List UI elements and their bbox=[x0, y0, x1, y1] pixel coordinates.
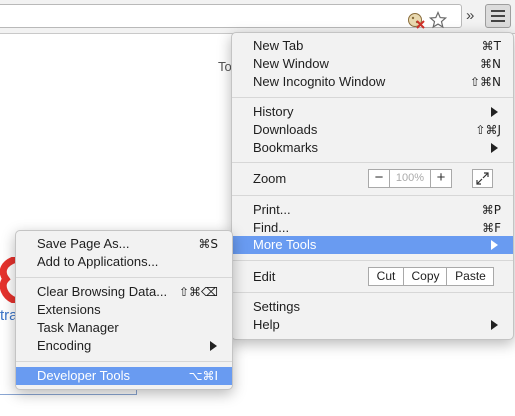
menu-item-encoding[interactable]: Encoding bbox=[16, 337, 232, 355]
menu-item-bookmarks[interactable]: Bookmarks bbox=[232, 139, 513, 157]
menu-item-extensions[interactable]: Extensions bbox=[16, 301, 232, 319]
menu-item-shortcut: ⌥⌘I bbox=[188, 369, 218, 383]
menu-item-shortcut: ⇧⌘N bbox=[469, 75, 501, 89]
browser-main-menu: New Tab ⌘T New Window ⌘N New Incognito W… bbox=[231, 32, 514, 340]
zoom-out-button[interactable]: − bbox=[369, 170, 390, 187]
paste-button[interactable]: Paste bbox=[446, 268, 494, 285]
menu-item-print[interactable]: Print... ⌘P bbox=[232, 201, 513, 219]
menu-item-developer-tools[interactable]: Developer Tools ⌥⌘I bbox=[16, 367, 232, 385]
zoom-in-button[interactable]: + bbox=[430, 170, 451, 187]
menu-separator bbox=[16, 277, 232, 278]
zoom-control: − 100% + bbox=[368, 169, 452, 188]
submenu-arrow-icon bbox=[210, 341, 217, 351]
page-logo-icon bbox=[0, 257, 16, 303]
menu-item-label: Bookmarks bbox=[253, 140, 319, 155]
browser-toolbar: » bbox=[0, 0, 515, 34]
menu-separator bbox=[232, 292, 513, 293]
menu-item-label: New Tab bbox=[253, 38, 304, 53]
menu-separator bbox=[232, 260, 513, 261]
menu-item-new-tab[interactable]: New Tab ⌘T bbox=[232, 37, 513, 55]
menu-item-shortcut: ⌘N bbox=[480, 57, 501, 71]
hamburger-menu-icon bbox=[491, 10, 505, 22]
copy-button[interactable]: Copy bbox=[403, 268, 447, 285]
menu-item-more-tools[interactable]: More Tools bbox=[232, 236, 513, 254]
menu-item-downloads[interactable]: Downloads ⇧⌘J bbox=[232, 121, 513, 139]
more-tools-submenu: Save Page As... ⌘S Add to Applications..… bbox=[15, 230, 233, 390]
menu-item-label: New Incognito Window bbox=[253, 74, 386, 89]
menu-item-label: Extensions bbox=[37, 302, 101, 317]
menu-item-shortcut: ⌘S bbox=[198, 237, 218, 251]
menu-separator bbox=[232, 195, 513, 196]
menu-item-settings[interactable]: Settings bbox=[232, 298, 513, 316]
menu-item-shortcut: ⌘F bbox=[482, 221, 501, 235]
submenu-arrow-icon bbox=[491, 143, 498, 153]
browser-menu-button[interactable] bbox=[485, 4, 511, 28]
menu-item-label: New Window bbox=[253, 56, 329, 71]
menu-item-shortcut: ⌘T bbox=[481, 39, 501, 53]
menu-separator bbox=[16, 361, 232, 362]
edit-controls: Cut Copy Paste bbox=[368, 267, 494, 286]
menu-item-label: History bbox=[253, 104, 294, 119]
extensions-overflow-icon[interactable]: » bbox=[466, 6, 474, 26]
menu-item-add-to-applications[interactable]: Add to Applications... bbox=[16, 253, 232, 271]
menu-item-label: Zoom bbox=[253, 171, 287, 186]
menu-item-new-window[interactable]: New Window ⌘N bbox=[232, 55, 513, 73]
menu-item-label: Add to Applications... bbox=[37, 254, 159, 269]
submenu-arrow-icon bbox=[491, 107, 498, 117]
menu-item-label: Developer Tools bbox=[37, 368, 130, 383]
menu-item-save-page-as[interactable]: Save Page As... ⌘S bbox=[16, 235, 232, 253]
menu-item-label: Edit bbox=[253, 269, 276, 284]
bookmark-star-icon[interactable] bbox=[428, 10, 448, 32]
page-partial-text: To bbox=[218, 59, 232, 74]
zoom-level-value: 100% bbox=[395, 172, 425, 184]
menu-item-new-incognito-window[interactable]: New Incognito Window ⇧⌘N bbox=[232, 73, 513, 91]
menu-item-task-manager[interactable]: Task Manager bbox=[16, 319, 232, 337]
menu-item-label: Settings bbox=[253, 299, 300, 314]
address-bar[interactable] bbox=[0, 4, 462, 29]
menu-item-clear-browsing-data[interactable]: Clear Browsing Data... ⇧⌘⌫ bbox=[16, 283, 232, 301]
menu-item-shortcut: ⇧⌘⌫ bbox=[178, 285, 218, 299]
submenu-arrow-icon bbox=[491, 240, 498, 250]
menu-item-label: Task Manager bbox=[37, 320, 119, 335]
menu-item-label: Help bbox=[253, 317, 280, 332]
menu-item-label: Print... bbox=[253, 202, 291, 217]
menu-item-shortcut: ⇧⌘J bbox=[475, 123, 501, 137]
menu-item-help[interactable]: Help bbox=[232, 316, 513, 334]
menu-item-find[interactable]: Find... ⌘F bbox=[232, 219, 513, 237]
menu-item-label: Find... bbox=[253, 220, 290, 235]
menu-item-label: Downloads bbox=[253, 122, 318, 137]
menu-item-label: More Tools bbox=[253, 237, 317, 252]
menu-item-label: Clear Browsing Data... bbox=[37, 284, 168, 299]
menu-item-shortcut: ⌘P bbox=[481, 203, 501, 217]
fullscreen-button[interactable] bbox=[472, 169, 493, 188]
submenu-arrow-icon bbox=[491, 320, 498, 330]
menu-item-label: Encoding bbox=[37, 338, 92, 353]
extension-icon[interactable] bbox=[407, 11, 425, 32]
cut-button[interactable]: Cut bbox=[369, 268, 403, 285]
fullscreen-icon bbox=[476, 172, 489, 185]
menu-separator bbox=[232, 97, 513, 98]
menu-item-history[interactable]: History bbox=[232, 103, 513, 121]
menu-separator bbox=[232, 162, 513, 163]
menu-item-label: Save Page As... bbox=[37, 236, 130, 251]
